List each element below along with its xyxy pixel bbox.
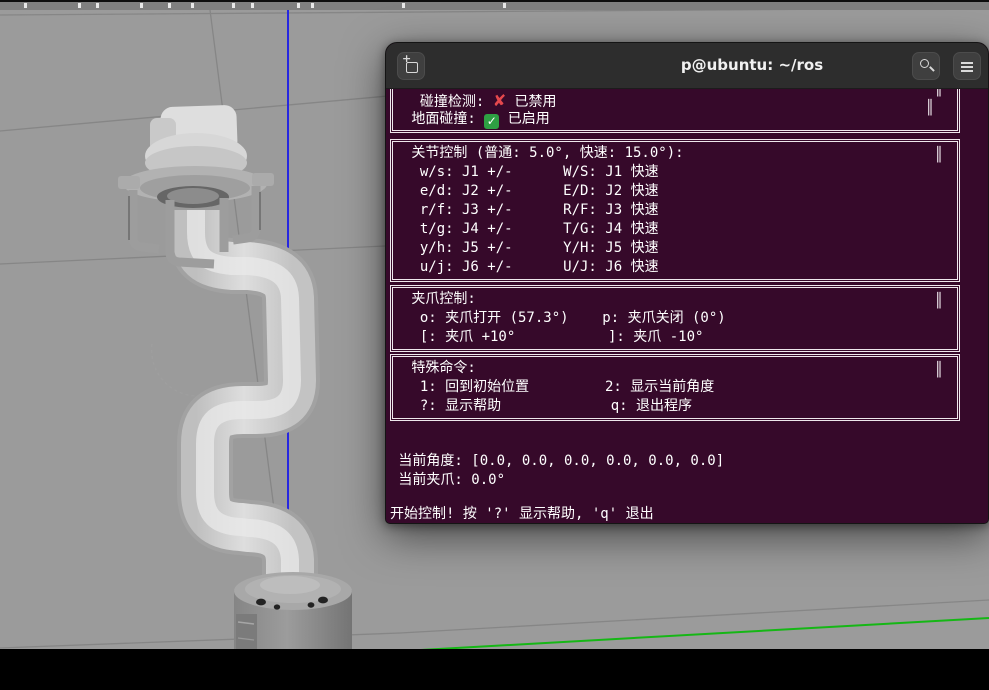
box-border-mark: ║ (935, 361, 943, 380)
special-box-header: 特殊命令: (393, 359, 957, 378)
hamburger-icon (961, 70, 973, 72)
joint-line-j2: e/d: J2 +/- E/D: J2 快速 (393, 182, 957, 201)
joint-control-box: 关节控制 (普通: 5.0°, 快速: 15.0°): w/s: J1 +/- … (390, 139, 960, 282)
search-button[interactable] (912, 52, 940, 80)
terminal-body[interactable]: 碰撞检测: ✘ 已禁用 地面碰撞: ✓ 已启用 ║ ║ 关节控制 (普通: 5.… (386, 89, 988, 523)
robot-base (234, 572, 352, 649)
toolbar-artifact (311, 3, 314, 8)
box-border-mark: ║ (935, 146, 943, 165)
scene-void (0, 649, 989, 690)
joint-line-j4: t/g: J4 +/- T/G: J4 快速 (393, 220, 957, 239)
menu-button[interactable] (953, 52, 981, 80)
gripper-step-line: [: 夹爪 +10° ]: 夹爪 -10° (393, 328, 957, 347)
special-commands-box: 特殊命令: 1: 回到初始位置 2: 显示当前角度 ?: 显示帮助 q: 退出程… (390, 354, 960, 421)
toolbar-artifact (232, 3, 235, 8)
control-prompt-line: 开始控制! 按 '?' 显示帮助, 'q' 退出 (390, 505, 654, 523)
toolbar-artifact (191, 3, 194, 8)
special-line-2: ?: 显示帮助 q: 退出程序 (393, 397, 957, 416)
box-border-mark: ║ (935, 292, 943, 311)
joint-line-j6: u/j: J6 +/- U/J: J6 快速 (393, 258, 957, 277)
new-tab-button[interactable]: + (397, 52, 425, 80)
toolbar-artifact (140, 3, 143, 8)
current-angles-line: 当前角度: [0.0, 0.0, 0.0, 0.0, 0.0, 0.0] (390, 452, 724, 471)
joint-line-j1: w/s: J1 +/- W/S: J1 快速 (393, 163, 957, 182)
cross-mark-icon: ✘ (493, 91, 506, 110)
toolbar-artifact (503, 3, 506, 8)
search-icon-handle (929, 66, 935, 72)
box-border-mark: ║ (926, 99, 934, 118)
toolbar-artifact (78, 3, 81, 8)
hamburger-icon (961, 62, 973, 64)
toolbar-artifact (251, 3, 254, 8)
ground-collision-line: 地面碰撞: ✓ 已启用 (393, 110, 957, 129)
box-border-mark: ║ (935, 89, 943, 99)
plus-icon: + (402, 54, 411, 64)
special-line-1: 1: 回到初始位置 2: 显示当前角度 (393, 378, 957, 397)
gripper-open-close-line: o: 夹爪打开 (57.3°) p: 夹爪关闭 (0°) (393, 309, 957, 328)
terminal-titlebar[interactable]: + p@ubuntu: ~/ros (386, 43, 988, 89)
screen: + p@ubuntu: ~/ros 碰撞检测: ✘ 已禁用 地面碰撞: ✓ 已启… (0, 0, 989, 690)
top-toolbar-cropped (0, 2, 989, 10)
collision-status-box: 碰撞检测: ✘ 已禁用 地面碰撞: ✓ 已启用 ║ ║ (390, 89, 960, 133)
joint-line-j5: y/h: J5 +/- Y/H: J5 快速 (393, 239, 957, 258)
collision-detect-line: 碰撞检测: ✘ 已禁用 (393, 91, 957, 110)
toolbar-artifact (168, 3, 171, 8)
joint-line-j3: r/f: J3 +/- R/F: J3 快速 (393, 201, 957, 220)
joint-box-header: 关节控制 (普通: 5.0°, 快速: 15.0°): (393, 144, 957, 163)
terminal-window: + p@ubuntu: ~/ros 碰撞检测: ✘ 已禁用 地面碰撞: ✓ 已启… (385, 42, 989, 524)
toolbar-artifact (297, 3, 300, 8)
check-mark-icon: ✓ (484, 114, 499, 129)
toolbar-artifact (402, 3, 405, 8)
toolbar-artifact (24, 3, 27, 8)
gripper-box-header: 夹爪控制: (393, 290, 957, 309)
hamburger-icon (961, 66, 973, 68)
current-gripper-line: 当前夹爪: 0.0° (390, 471, 505, 490)
gripper-control-box: 夹爪控制: o: 夹爪打开 (57.3°) p: 夹爪关闭 (0°) [: 夹爪… (390, 285, 960, 352)
search-icon (920, 59, 929, 68)
toolbar-artifact (96, 3, 99, 8)
